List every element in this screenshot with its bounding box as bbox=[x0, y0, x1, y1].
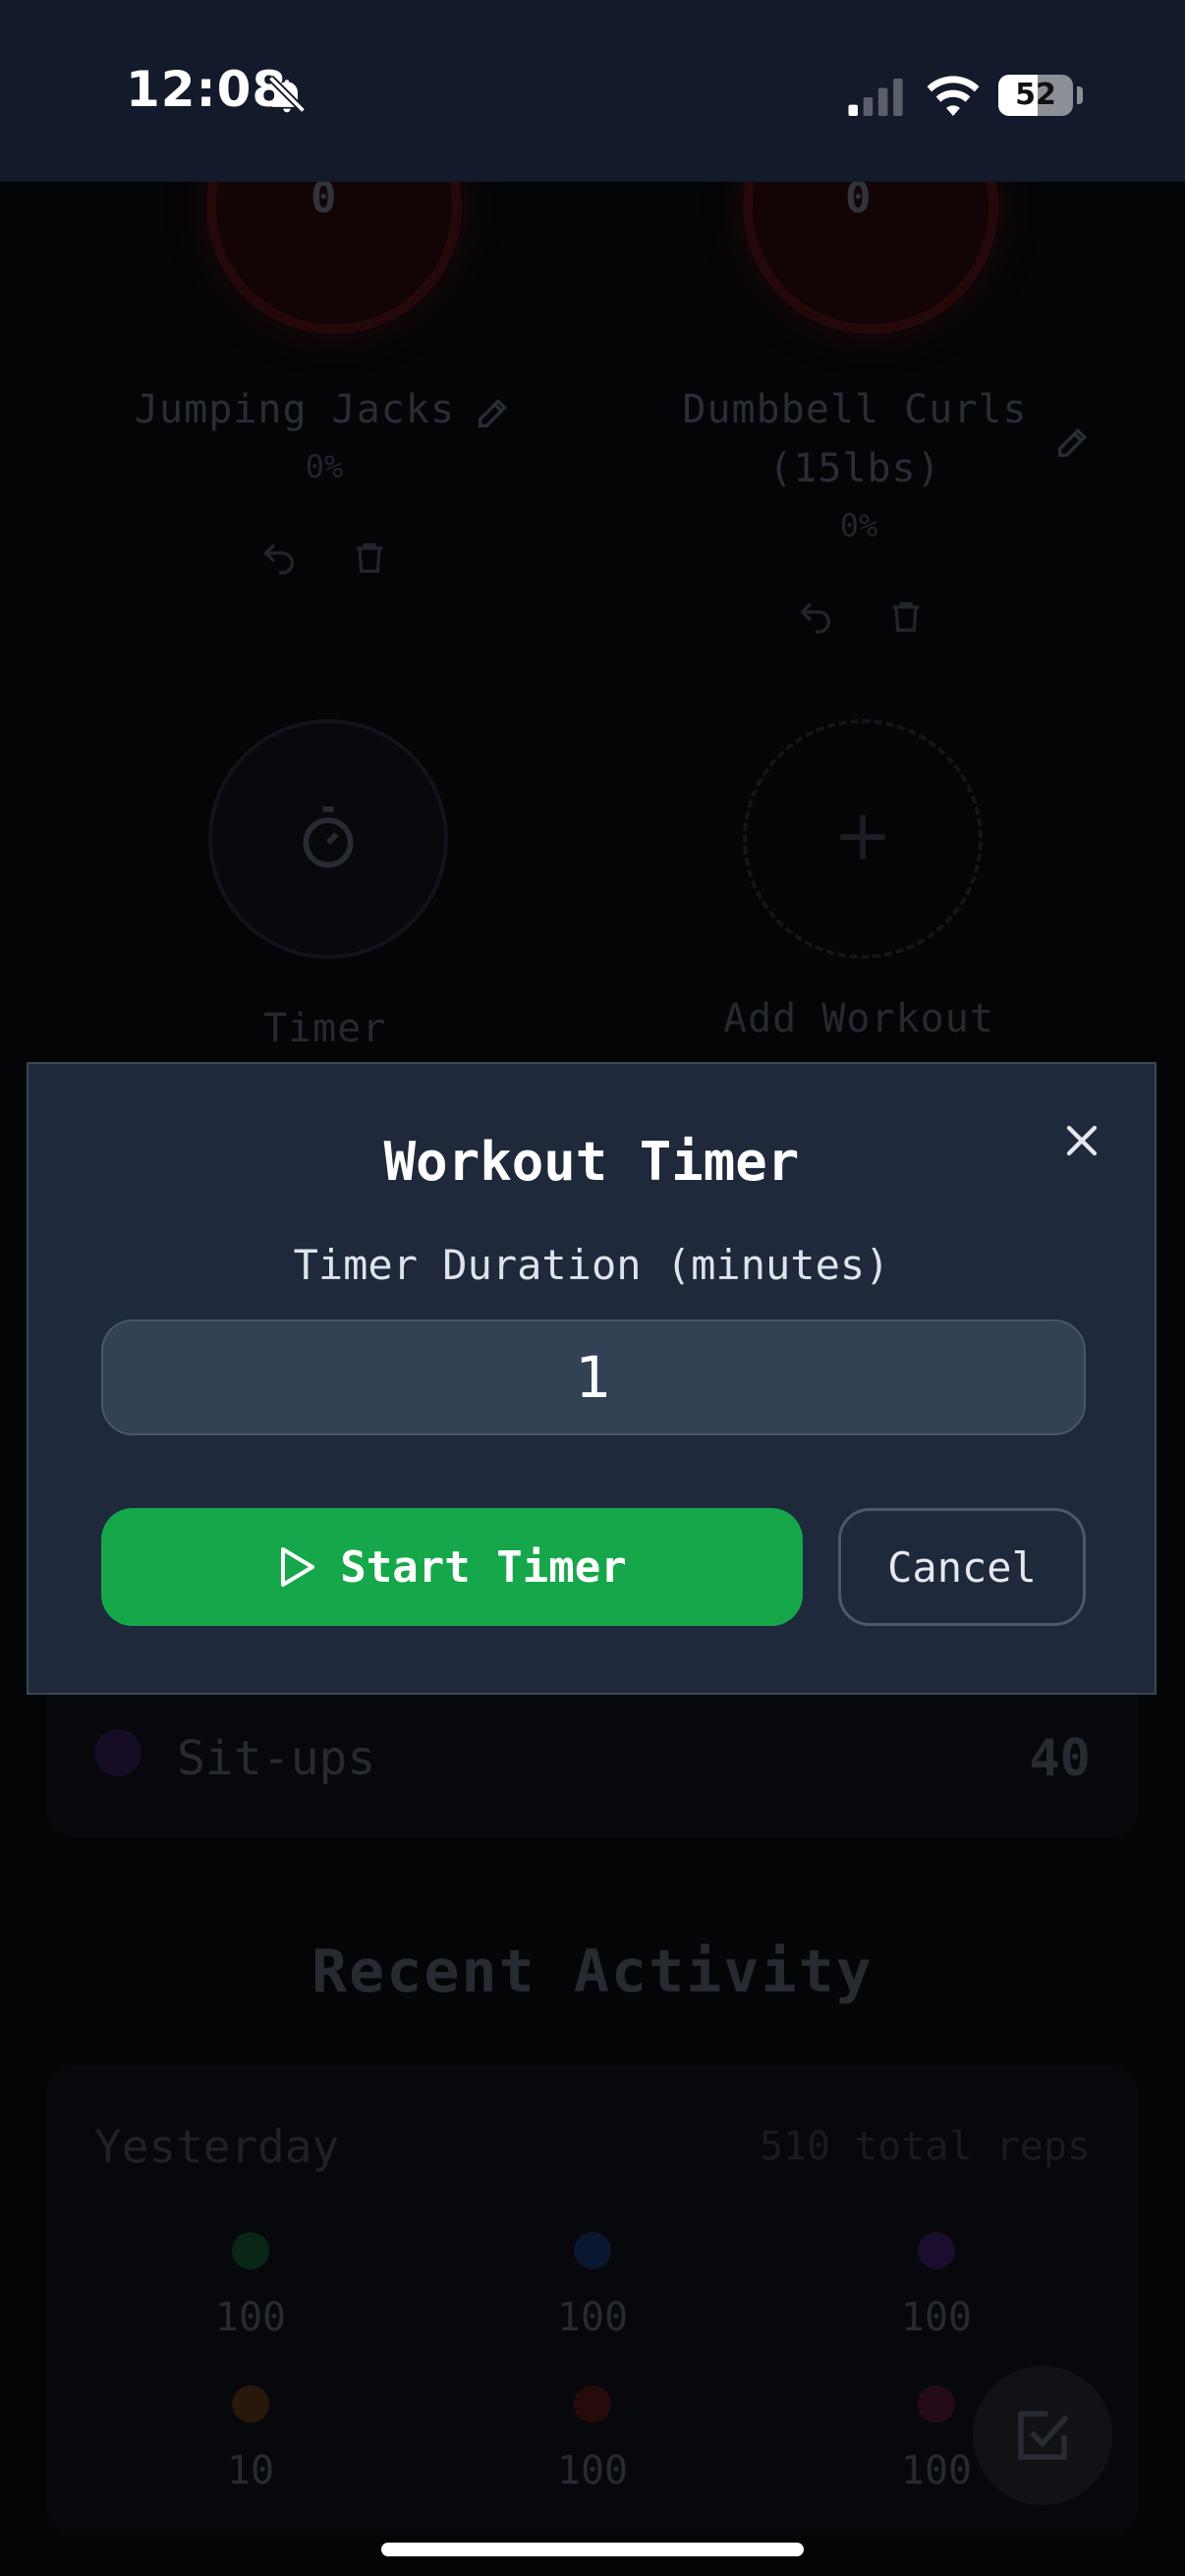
play-icon bbox=[281, 1547, 315, 1587]
wifi-icon bbox=[927, 76, 980, 116]
battery-indicator: 52 bbox=[998, 75, 1073, 116]
cancel-button[interactable]: Cancel bbox=[838, 1508, 1086, 1626]
timer-duration-label: Timer Duration (minutes) bbox=[293, 1241, 890, 1289]
clock: 12:08 bbox=[126, 61, 288, 118]
close-icon[interactable] bbox=[1056, 1115, 1107, 1166]
start-timer-label: Start Timer bbox=[340, 1541, 627, 1593]
bell-slash-icon bbox=[267, 75, 307, 114]
home-indicator[interactable] bbox=[381, 2543, 804, 2556]
cellular-signal-icon bbox=[848, 79, 903, 116]
modal-title: Workout Timer bbox=[383, 1131, 800, 1193]
battery-percent: 52 bbox=[1015, 78, 1056, 112]
battery-tip bbox=[1077, 86, 1083, 104]
start-timer-button[interactable]: Start Timer bbox=[101, 1508, 803, 1626]
workout-timer-modal: Workout Timer Timer Duration (minutes) S… bbox=[27, 1062, 1157, 1695]
timer-duration-input[interactable] bbox=[101, 1319, 1086, 1435]
status-bar: 12:08 52 bbox=[0, 0, 1185, 182]
